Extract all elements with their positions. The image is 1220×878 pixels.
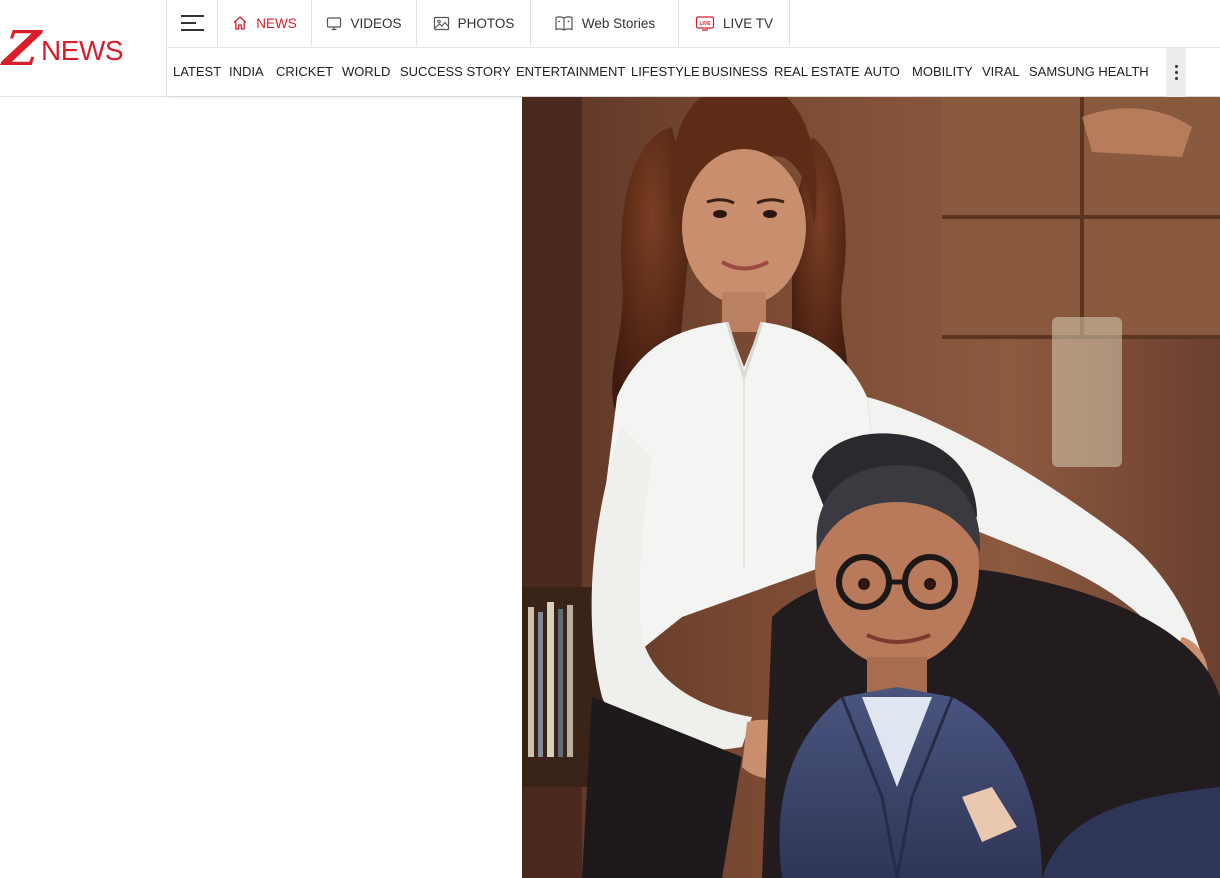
section-business[interactable]: BUSINESS bbox=[702, 48, 768, 96]
logo-letter: Z bbox=[0, 21, 43, 77]
section-mobility[interactable]: MOBILITY bbox=[912, 48, 973, 96]
section-success-story[interactable]: SUCCESS STORY bbox=[400, 48, 511, 96]
svg-text:LIVE: LIVE bbox=[699, 21, 711, 27]
section-auto[interactable]: AUTO bbox=[864, 48, 900, 96]
tab-label: LIVE TV bbox=[722, 15, 774, 31]
article-photo bbox=[522, 97, 1220, 878]
section-entertainment[interactable]: ENTERTAINMENT bbox=[516, 48, 625, 96]
tab-label: Web Stories bbox=[581, 15, 656, 31]
section-cricket[interactable]: CRICKET bbox=[276, 48, 333, 96]
tab-photos[interactable]: PHOTOS bbox=[417, 0, 531, 46]
tab-web-stories[interactable]: Web Stories bbox=[531, 0, 679, 46]
tab-live-tv[interactable]: LIVE LIVE TV bbox=[679, 0, 790, 46]
image-icon bbox=[433, 16, 450, 31]
logo-word: NEWS bbox=[41, 35, 124, 66]
more-vertical-icon[interactable] bbox=[1166, 48, 1186, 97]
monitor-icon bbox=[326, 16, 342, 31]
section-india[interactable]: INDIA bbox=[229, 48, 264, 96]
section-nav: LATEST INDIA CRICKET WORLD SUCCESS STORY… bbox=[167, 47, 1220, 97]
home-icon bbox=[232, 15, 248, 31]
tab-label: NEWS bbox=[256, 15, 297, 31]
section-latest[interactable]: LATEST bbox=[173, 48, 221, 96]
section-viral[interactable]: VIRAL bbox=[982, 48, 1020, 96]
top-nav: NEWS VIDEOS PHOTOS Web Stories LIVE LIVE bbox=[167, 0, 790, 46]
section-lifestyle[interactable]: LIFESTYLE bbox=[631, 48, 700, 96]
logo-cell: Z NEWS bbox=[0, 0, 167, 96]
tab-news[interactable]: NEWS bbox=[218, 0, 312, 46]
tab-label: VIDEOS bbox=[350, 15, 402, 31]
web-stories-icon bbox=[554, 15, 574, 32]
site-logo[interactable]: Z NEWS bbox=[0, 21, 124, 77]
portrait-photo bbox=[522, 97, 1220, 878]
hamburger-menu-icon[interactable] bbox=[167, 0, 218, 46]
section-world[interactable]: WORLD bbox=[342, 48, 390, 96]
section-real-estate[interactable]: REAL ESTATE bbox=[774, 48, 860, 96]
tab-videos[interactable]: VIDEOS bbox=[312, 0, 417, 46]
tab-label: PHOTOS bbox=[457, 15, 515, 31]
site-header: Z NEWS NEWS VIDEOS PHOTOS Web Stories LI… bbox=[0, 0, 1220, 97]
section-samsung-health[interactable]: SAMSUNG HEALTH bbox=[1029, 48, 1149, 96]
live-tv-icon: LIVE bbox=[695, 15, 715, 31]
